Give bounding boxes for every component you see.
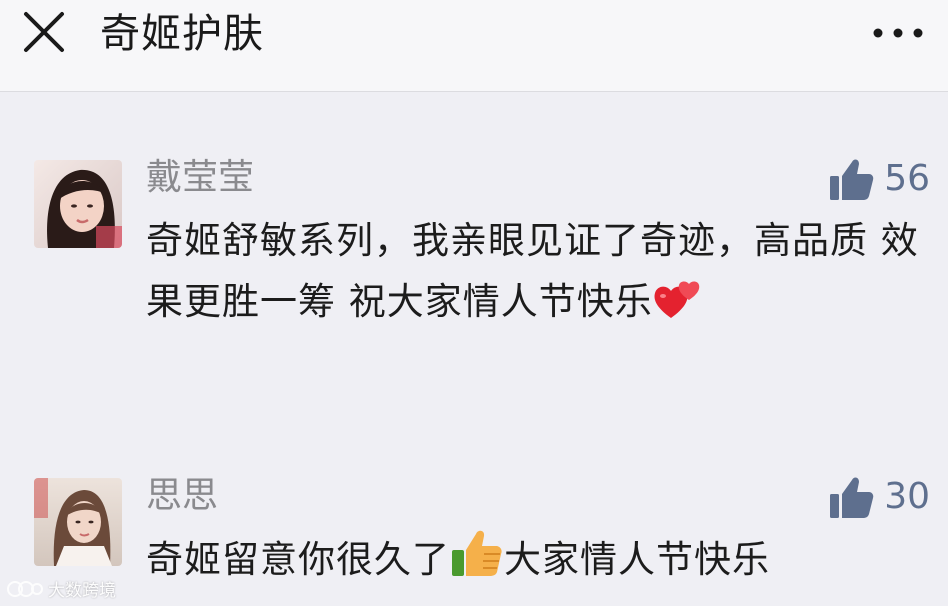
- watermark: 大数跨境: [6, 576, 116, 601]
- top-bar: 奇姬护肤: [0, 0, 948, 92]
- like-button[interactable]: 56: [828, 154, 930, 204]
- avatar[interactable]: [34, 478, 122, 566]
- watermark-text: 大数跨境: [48, 581, 116, 601]
- thumbs-up-icon: [830, 159, 874, 200]
- more-button[interactable]: [868, 18, 928, 48]
- thumbs-up-emoji: [450, 528, 504, 596]
- like-count: 30: [884, 476, 930, 517]
- avatar-image: [34, 478, 122, 566]
- like-button[interactable]: 30: [828, 472, 930, 522]
- thumbs-up-icon: [830, 477, 874, 518]
- more-icon: [873, 28, 923, 38]
- comment-author[interactable]: 思思: [146, 474, 218, 518]
- comment-text-before: 奇姬留意你很久了: [146, 538, 450, 581]
- comment-text: 奇姬留意你很久了 大家情人节快乐: [146, 528, 926, 596]
- avatar[interactable]: [34, 160, 122, 248]
- comment-text: 奇姬舒敏系列，我亲眼见证了奇迹，高品质 效果更胜一筹 祝大家情人节快乐: [146, 210, 926, 338]
- watermark-logo-icon: [7, 580, 43, 597]
- like-count: 56: [884, 158, 930, 199]
- avatar-image: [34, 160, 122, 248]
- comment-text-after: 大家情人节快乐: [504, 538, 770, 581]
- comment-author[interactable]: 戴莹莹: [146, 156, 254, 200]
- two-hearts-icon: [653, 276, 705, 338]
- close-icon: [24, 12, 64, 52]
- comment-text-content: 奇姬舒敏系列，我亲眼见证了奇迹，高品质 效果更胜一筹 祝大家情人节快乐: [146, 219, 919, 323]
- page-title: 奇姬护肤: [100, 11, 264, 57]
- close-button[interactable]: [20, 8, 68, 56]
